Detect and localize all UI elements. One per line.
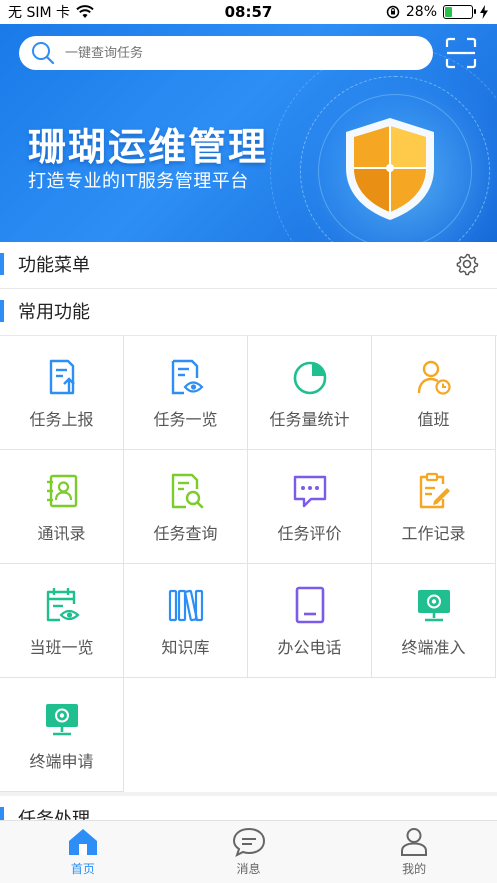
shield-icon (346, 118, 434, 220)
battery-percent: 28% (405, 4, 437, 20)
wifi-icon (76, 5, 94, 18)
calendar-view-icon (46, 588, 80, 622)
function-label: 任务评价 (277, 524, 342, 543)
tab-messages[interactable]: 消息 (166, 821, 332, 883)
menu-section-title: 功能菜单 (18, 255, 90, 276)
carrier-label: 无 SIM 卡 (8, 5, 70, 21)
function-knowledge-base[interactable]: 知识库 (124, 564, 248, 678)
function-label: 任务查询 (153, 524, 218, 543)
task-search-icon (171, 473, 203, 509)
pie-chart-icon (293, 361, 326, 395)
orientation-lock-icon (386, 5, 400, 19)
function-work-record[interactable]: 工作记录 (372, 450, 496, 564)
function-task-evaluation[interactable]: 任务评价 (248, 450, 372, 564)
charging-icon (480, 5, 488, 19)
function-contacts[interactable]: 通讯录 (0, 450, 124, 564)
scan-icon[interactable] (444, 36, 478, 70)
function-duty[interactable]: 值班 (372, 336, 496, 450)
phone-icon (295, 586, 324, 624)
terminal-apply-icon (45, 704, 78, 736)
task-report-icon (49, 359, 75, 395)
tab-bar: 首页 消息 我的 (0, 820, 497, 883)
function-label: 值班 (417, 410, 450, 429)
function-office-phone[interactable]: 办公电话 (248, 564, 372, 678)
battery-icon (443, 5, 476, 19)
status-bar: 无 SIM 卡 08:57 28% (0, 0, 497, 24)
banner-title: 珊瑚运维管理 (28, 125, 269, 169)
function-shift-overview[interactable]: 当班一览 (0, 564, 124, 678)
gear-icon[interactable] (455, 252, 479, 276)
function-terminal-access[interactable]: 终端准入 (372, 564, 496, 678)
comment-icon (293, 475, 326, 508)
duty-person-icon (417, 360, 451, 395)
search-icon (32, 42, 55, 65)
function-label: 知识库 (161, 638, 210, 657)
contacts-icon (46, 474, 77, 508)
tab-me[interactable]: 我的 (331, 821, 497, 883)
common-section-title: 常用功能 (18, 302, 90, 323)
function-label: 当班一览 (29, 638, 94, 657)
common-section-header: 常用功能 (0, 289, 497, 333)
banner: 珊瑚运维管理 打造专业的IT服务管理平台 (0, 24, 497, 242)
menu-section-header: 功能菜单 (0, 242, 497, 286)
work-record-icon (419, 472, 450, 509)
search-input[interactable] (65, 45, 365, 61)
function-label: 任务上报 (29, 410, 94, 429)
tab-label: 首页 (70, 862, 95, 876)
function-label: 办公电话 (277, 638, 342, 657)
bookshelf-icon (168, 589, 203, 622)
function-label: 终端准入 (401, 638, 466, 657)
task-overview-icon (171, 359, 204, 395)
message-icon (232, 827, 265, 857)
user-icon (401, 828, 428, 856)
function-label: 任务一览 (153, 410, 218, 429)
clock: 08:57 (224, 3, 273, 21)
function-task-overview[interactable]: 任务一览 (124, 336, 248, 450)
tab-label: 消息 (236, 862, 261, 876)
function-terminal-apply[interactable]: 终端申请 (0, 678, 124, 792)
function-label: 终端申请 (29, 752, 94, 771)
function-label: 通讯录 (37, 524, 86, 543)
function-task-stats[interactable]: 任务量统计 (248, 336, 372, 450)
home-icon (68, 829, 97, 855)
function-task-report[interactable]: 任务上报 (0, 336, 124, 450)
tab-home[interactable]: 首页 (0, 821, 166, 883)
search-bar[interactable] (19, 36, 433, 70)
terminal-access-icon (417, 590, 450, 622)
tab-label: 我的 (402, 862, 427, 876)
function-label: 工作记录 (401, 524, 466, 543)
function-task-search[interactable]: 任务查询 (124, 450, 248, 564)
function-label: 任务量统计 (269, 410, 350, 429)
banner-subtitle: 打造专业的IT服务管理平台 (28, 171, 249, 192)
